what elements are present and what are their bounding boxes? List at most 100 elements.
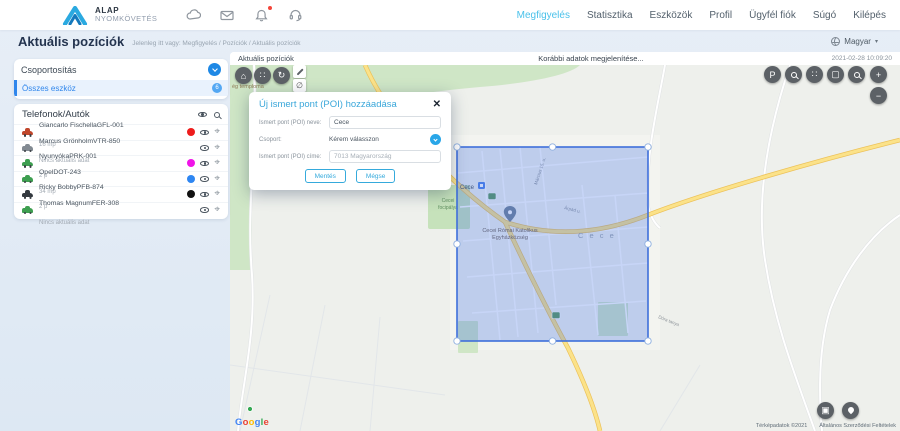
poi-name-label: Ismert pont (POI) neve:	[259, 120, 329, 126]
home-icon: ⌂	[241, 71, 246, 81]
device-status: Nincs aktuális adat	[39, 220, 89, 226]
map-selection-rectangle[interactable]	[457, 147, 648, 341]
map-attribution: Térképadatok ©2021 Általános Szerződési …	[756, 423, 896, 429]
visibility-eye-icon[interactable]	[200, 130, 209, 136]
search-map-button[interactable]	[785, 66, 802, 83]
device-count-badge: 6	[212, 83, 222, 93]
street-label: Dóra tanya	[658, 314, 681, 327]
four-dots-icon: ∷	[812, 69, 818, 80]
poi-address-label: Ismert pont (POI) címe:	[259, 154, 329, 160]
locate-crosshair-icon[interactable]: ⌖	[214, 143, 220, 153]
visibility-eye-icon[interactable]	[200, 192, 209, 198]
selection-handle[interactable]	[645, 241, 651, 247]
status-dot	[187, 206, 195, 214]
map-panel-title: Aktuális pozíciók	[238, 54, 294, 63]
history-link[interactable]: Korábbi adatok megjelenítése...	[538, 54, 643, 63]
zoom-area-icon: ▢	[831, 69, 840, 80]
nav-item-megfigyeles[interactable]: Megfigyelés	[517, 10, 570, 21]
bell-icon[interactable]	[253, 8, 269, 23]
grouping-expand-button[interactable]	[208, 63, 221, 76]
visibility-eye-icon[interactable]	[200, 161, 209, 167]
visibility-eye-icon[interactable]	[200, 207, 209, 213]
map-canvas[interactable]: ég temploma Cece Cecei focipálya Cecei R…	[230, 65, 900, 431]
select-expand-button[interactable]	[430, 134, 441, 145]
page-header: Aktuális pozíciók Jelenleg itt vagy: Meg…	[0, 30, 900, 52]
toggle-all-visibility-eye-icon[interactable]	[198, 112, 207, 118]
selection-handle[interactable]	[645, 144, 651, 150]
locate-crosshair-icon[interactable]: ⌖	[214, 189, 220, 199]
selection-handle[interactable]	[454, 338, 460, 344]
status-dot	[187, 128, 195, 136]
poi-name-input[interactable]	[329, 116, 441, 129]
refresh-icon: ↻	[278, 70, 286, 81]
save-button[interactable]: Mentés	[305, 169, 346, 183]
car-icon	[22, 208, 33, 213]
nav-item-ugyfel-fiok[interactable]: Ügyfél fiók	[749, 10, 796, 21]
selection-handle[interactable]	[549, 144, 555, 150]
nav-item-sugo[interactable]: Súgó	[813, 10, 836, 21]
chevron-down-icon	[433, 137, 437, 141]
selection-handle[interactable]	[549, 338, 555, 344]
device-row[interactable]: Thomas MagnumFER-308 Nincs aktuális adat…	[14, 202, 228, 218]
group-item-label: Összes eszköz	[22, 84, 76, 93]
group-item-osszes-eszkoz[interactable]: Összes eszköz 6	[14, 80, 228, 96]
satellite-layer-button[interactable]: ▣	[817, 402, 834, 419]
clear-no-entry-button[interactable]: ∅	[293, 79, 306, 92]
cancel-button[interactable]: Mégse	[356, 169, 396, 183]
zoom-area-button[interactable]: ▢	[827, 66, 844, 83]
poi-address-input[interactable]	[329, 150, 441, 163]
map-timestamp: 2021-02-28 10:09:20	[832, 55, 892, 62]
poi-group-value: Kérem válasszon	[329, 136, 379, 143]
add-poi-modal: Új ismert pont (POI) hozzáadása ✕ Ismert…	[249, 92, 451, 190]
locate-crosshair-icon[interactable]: ⌖	[214, 158, 220, 168]
selection-handle[interactable]	[454, 144, 460, 150]
search-icon[interactable]	[214, 112, 220, 118]
grouping-title: Csoportosítás	[21, 65, 77, 75]
poi-group-select[interactable]: Kérem válasszon	[329, 134, 441, 145]
zoom-in-button[interactable]: +	[870, 66, 887, 83]
zoom-out-button[interactable]: −	[870, 87, 887, 104]
car-icon	[22, 193, 33, 198]
mail-icon[interactable]	[219, 8, 235, 23]
fit-all-button[interactable]: ∷	[806, 66, 823, 83]
cloud-icon[interactable]	[185, 8, 201, 23]
status-dot	[187, 159, 195, 167]
measure-ruler-button[interactable]	[293, 65, 306, 78]
support-headset-icon[interactable]	[287, 8, 303, 23]
terms-link[interactable]: Általános Szerződési Feltételek	[819, 423, 896, 429]
poi-home-button[interactable]: ⌂	[235, 67, 252, 84]
refresh-button[interactable]: ↻	[273, 67, 290, 84]
globe-icon	[831, 37, 840, 46]
car-icon	[22, 177, 33, 182]
map-topbar: Aktuális pozíciók Korábbi adatok megjele…	[230, 52, 900, 65]
brand-logo-icon[interactable]	[62, 6, 88, 25]
poi-group-label: Csoport:	[259, 137, 329, 143]
nav-item-kilepes[interactable]: Kilépés	[853, 10, 886, 21]
magnify-selection-button[interactable]	[848, 66, 865, 83]
app-header: ALAP NYOMKÖVETÉS Megfigyelés Statisztika…	[0, 0, 900, 30]
poi-p-button[interactable]: P	[764, 66, 781, 83]
nav-item-eszkozok[interactable]: Eszközök	[650, 10, 693, 21]
nav-item-statisztika[interactable]: Statisztika	[587, 10, 633, 21]
pin-icon	[846, 405, 854, 413]
brand-subtitle: NYOMKÖVETÉS	[95, 15, 157, 24]
selection-handle[interactable]	[454, 241, 460, 247]
close-icon[interactable]: ✕	[433, 100, 441, 110]
language-selector[interactable]: Magyar ▾	[831, 37, 878, 46]
nav-item-profil[interactable]: Profil	[709, 10, 732, 21]
minus-icon: −	[876, 91, 881, 101]
locate-crosshair-icon[interactable]: ⌖	[214, 127, 220, 137]
locate-crosshair-icon[interactable]: ⌖	[214, 174, 220, 184]
selection-handle[interactable]	[645, 338, 651, 344]
poi-layer-button[interactable]	[842, 402, 859, 419]
chevron-down-icon	[212, 66, 218, 72]
visibility-eye-icon[interactable]	[200, 176, 209, 182]
device-list-card: Telefonok/Autók Giancarlo FischellaGFL-0…	[14, 104, 228, 219]
notification-badge	[267, 5, 273, 11]
sidebar: Csoportosítás Összes eszköz 6 Telefonok/…	[14, 59, 228, 219]
status-dot	[187, 190, 195, 198]
visibility-eye-icon[interactable]	[200, 145, 209, 151]
cluster-grid-button[interactable]: ∷	[254, 67, 271, 84]
locate-crosshair-icon[interactable]: ⌖	[214, 205, 220, 215]
car-icon	[22, 162, 33, 167]
